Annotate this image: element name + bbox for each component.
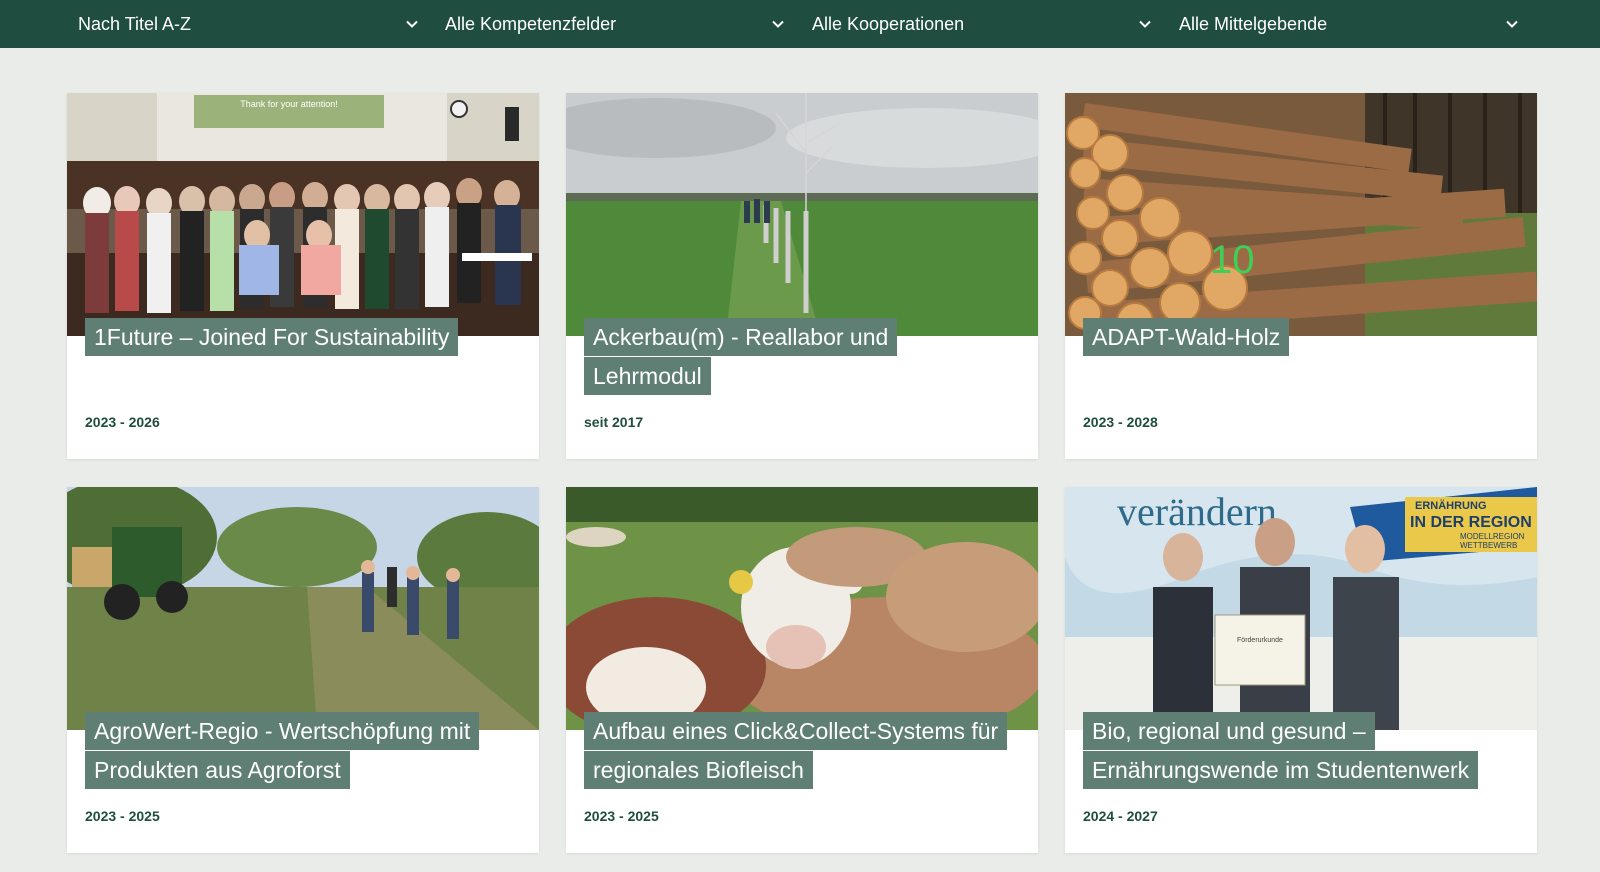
- project-image: verändern. ERNÄHRUNG IN DER REGION MODEL…: [1065, 487, 1537, 730]
- badge-line-1: ERNÄHRUNG: [1415, 499, 1487, 512]
- badge-line-4: WETTBEWERB: [1460, 541, 1517, 550]
- project-years: 2023 - 2028: [1083, 414, 1158, 430]
- project-image: [566, 487, 1038, 730]
- project-title: Bio, regional und gesund – Ernährungswen…: [1083, 712, 1503, 790]
- chevron-down-icon: [1139, 20, 1151, 28]
- project-years: 2023 - 2026: [85, 414, 160, 430]
- project-title: ADAPT-Wald-Holz: [1083, 318, 1503, 357]
- mittelgebende-dropdown-value: Alle Mittelgebende: [1179, 13, 1328, 34]
- kooperationen-dropdown-value: Alle Kooperationen: [812, 13, 965, 34]
- project-image: Thank for your attention!: [67, 93, 539, 336]
- kompetenzfelder-dropdown[interactable]: Alle Kompetenzfelder: [445, 0, 785, 48]
- log-marking: 10: [1210, 238, 1255, 282]
- chevron-down-icon: [406, 20, 418, 28]
- project-image: 10: [1065, 93, 1537, 336]
- filter-bar: Nach Titel A-Z Alle Kompetenzfelder Alle…: [0, 0, 1600, 48]
- slide-text: Thank for your attention!: [240, 99, 338, 109]
- project-years: 2023 - 2025: [584, 808, 659, 824]
- project-title: AgroWert-Regio - Wertschöpfung mit Produ…: [85, 712, 505, 790]
- project-card[interactable]: 10 ADAPT-Wald-Holz 2023 - 2028: [1065, 93, 1537, 459]
- project-years: seit 2017: [584, 414, 644, 430]
- project-years: 2024 - 2027: [1083, 808, 1158, 824]
- chevron-down-icon: [772, 20, 784, 28]
- project-title: 1Future – Joined For Sustainability: [85, 318, 505, 357]
- project-image: [566, 93, 1038, 336]
- badge-line-2: IN DER REGION: [1410, 514, 1532, 531]
- project-card[interactable]: AgroWert-Regio - Wertschöpfung mit Produ…: [67, 487, 539, 853]
- mittelgebende-dropdown[interactable]: Alle Mittelgebende: [1179, 0, 1519, 48]
- project-card[interactable]: Ackerbau(m) - Reallabor und Lehrmodul se…: [566, 93, 1038, 459]
- project-title: Ackerbau(m) - Reallabor und Lehrmodul: [584, 318, 1004, 396]
- badge-line-3: MODELLREGION: [1460, 532, 1525, 541]
- kompetenzfelder-dropdown-value: Alle Kompetenzfelder: [445, 13, 617, 34]
- kooperationen-dropdown[interactable]: Alle Kooperationen: [812, 0, 1152, 48]
- project-years: 2023 - 2025: [85, 808, 160, 824]
- certificate-title: Förderurkunde: [1237, 637, 1283, 644]
- sort-dropdown[interactable]: Nach Titel A-Z: [78, 0, 418, 48]
- chevron-down-icon: [1506, 20, 1518, 28]
- project-image: [67, 487, 539, 730]
- sort-dropdown-value: Nach Titel A-Z: [78, 13, 192, 34]
- project-card[interactable]: verändern. ERNÄHRUNG IN DER REGION MODEL…: [1065, 487, 1537, 853]
- project-title: Aufbau eines Click&Collect-Systems für r…: [584, 712, 1008, 790]
- project-card[interactable]: Aufbau eines Click&Collect-Systems für r…: [566, 487, 1038, 853]
- project-card[interactable]: Thank for your attention! 1Future – Join…: [67, 93, 539, 459]
